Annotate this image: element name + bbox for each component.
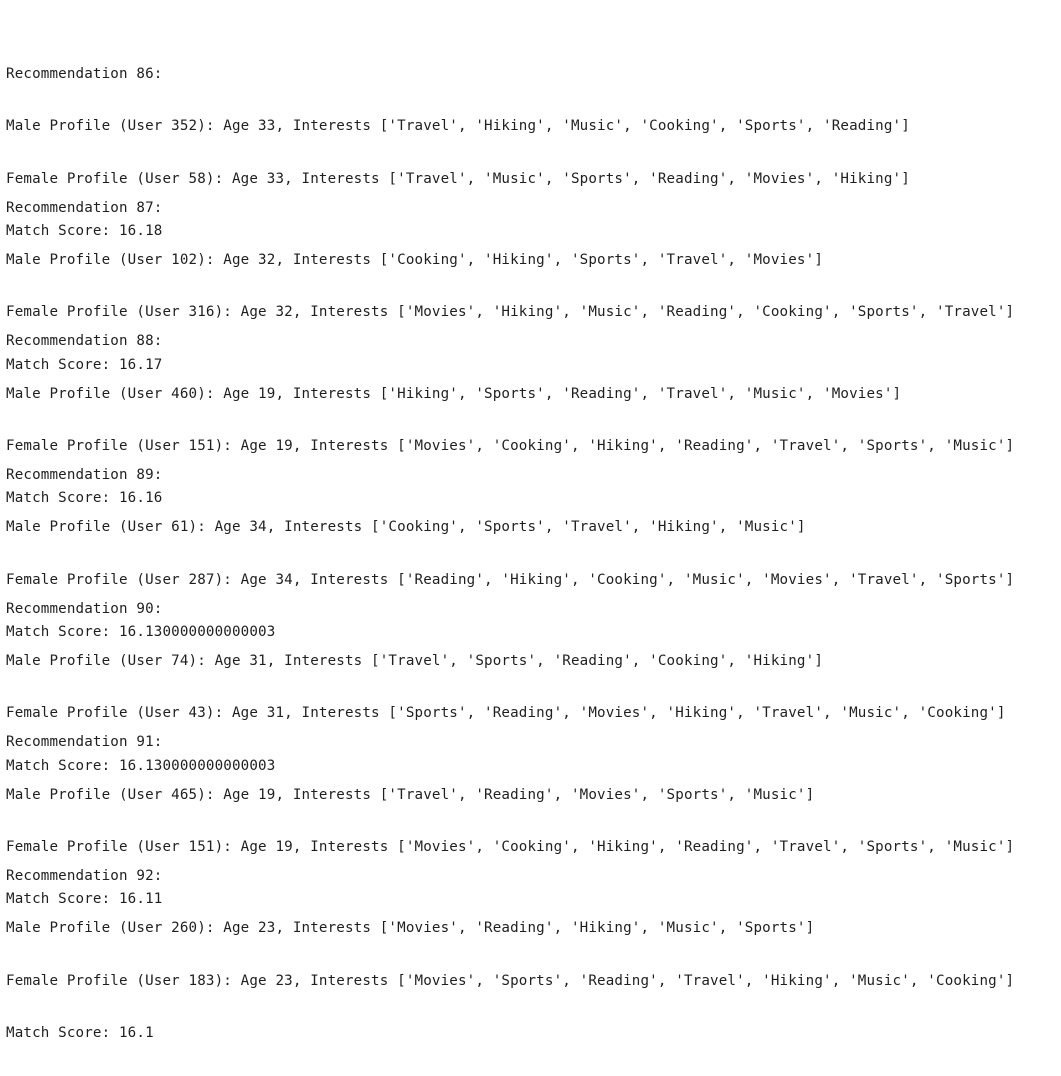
recommendation-header: Recommendation 86:	[6, 66, 163, 82]
match-score-line: Match Score: 16.1	[6, 1025, 154, 1042]
recommendation-header: Recommendation 88:	[6, 333, 163, 350]
male-profile-line: Male Profile (User 74): Age 31, Interest…	[6, 653, 824, 670]
male-profile-line: Male Profile (User 465): Age 19, Interes…	[6, 786, 815, 803]
male-profile-line: Male Profile (User 460): Age 19, Interes…	[6, 385, 902, 402]
female-profile-line: Female Profile (User 151): Age 19, Inter…	[6, 438, 1015, 455]
recommendation-header: Recommendation 89:	[6, 467, 163, 484]
male-profile-line: Male Profile (User 352): Age 33, Interes…	[6, 118, 910, 135]
female-profile-line: Female Profile (User 287): Age 34, Inter…	[6, 571, 1015, 588]
recommendation-header: Recommendation 91:	[6, 734, 163, 751]
recommendation-block: Recommendation 86: Male Profile (User 35…	[6, 32, 1056, 239]
female-profile-line: Female Profile (User 43): Age 31, Intere…	[6, 705, 1006, 722]
female-profile-line: Female Profile (User 183): Age 23, Inter…	[6, 972, 1015, 989]
recommendation-header: Recommendation 87:	[6, 199, 163, 216]
female-profile-line: Female Profile (User 58): Age 33, Intere…	[6, 170, 910, 187]
console-output: Recommendation 86: Male Profile (User 35…	[6, 0, 1056, 1041]
female-profile-line: Female Profile (User 151): Age 19, Inter…	[6, 839, 1015, 856]
recommendation-header: Recommendation 90:	[6, 600, 163, 617]
male-profile-line: Male Profile (User 260): Age 23, Interes…	[6, 920, 815, 937]
female-profile-line: Female Profile (User 316): Age 32, Inter…	[6, 304, 1015, 321]
male-profile-line: Male Profile (User 61): Age 34, Interest…	[6, 519, 806, 536]
male-profile-line: Male Profile (User 102): Age 32, Interes…	[6, 252, 824, 269]
recommendation-header: Recommendation 92:	[6, 868, 163, 885]
